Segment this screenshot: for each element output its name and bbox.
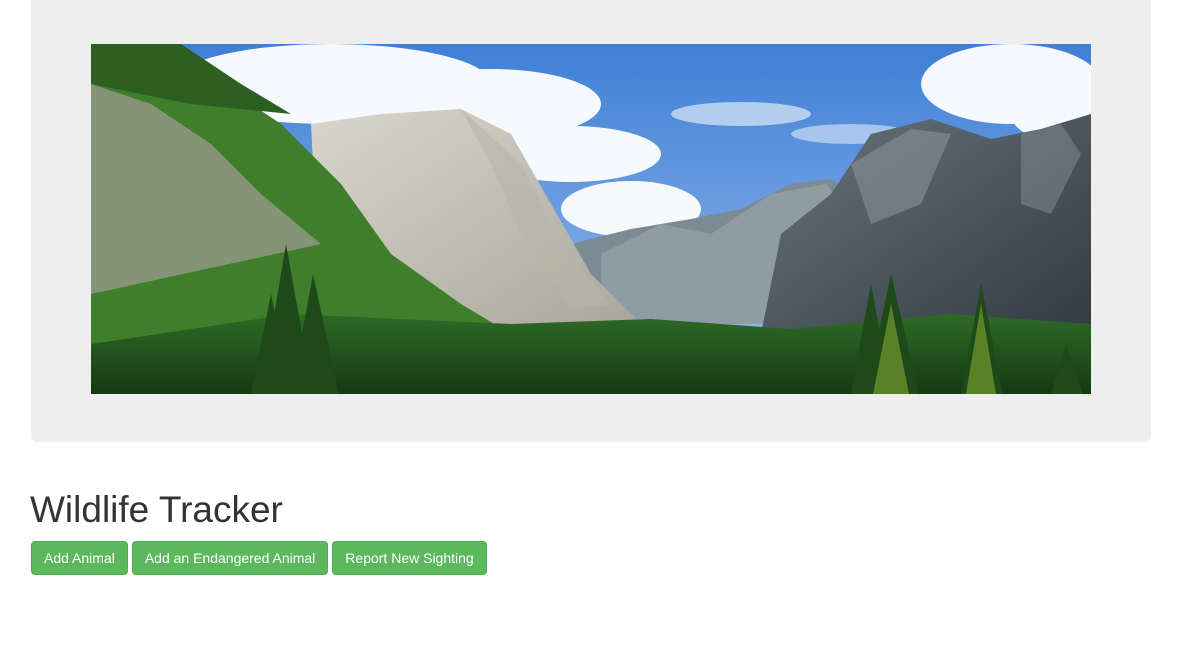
report-new-sighting-button[interactable]: Report New Sighting <box>332 541 487 575</box>
add-endangered-animal-button[interactable]: Add an Endangered Animal <box>131 541 329 575</box>
page-title: Wildlife Tracker <box>30 489 283 530</box>
landscape-icon <box>91 44 1091 394</box>
jumbotron <box>31 0 1151 442</box>
add-animal-button[interactable]: Add Animal <box>31 541 128 575</box>
hero-landscape-image <box>91 44 1091 394</box>
action-button-group: Add Animal Add an Endangered Animal Repo… <box>31 541 487 575</box>
